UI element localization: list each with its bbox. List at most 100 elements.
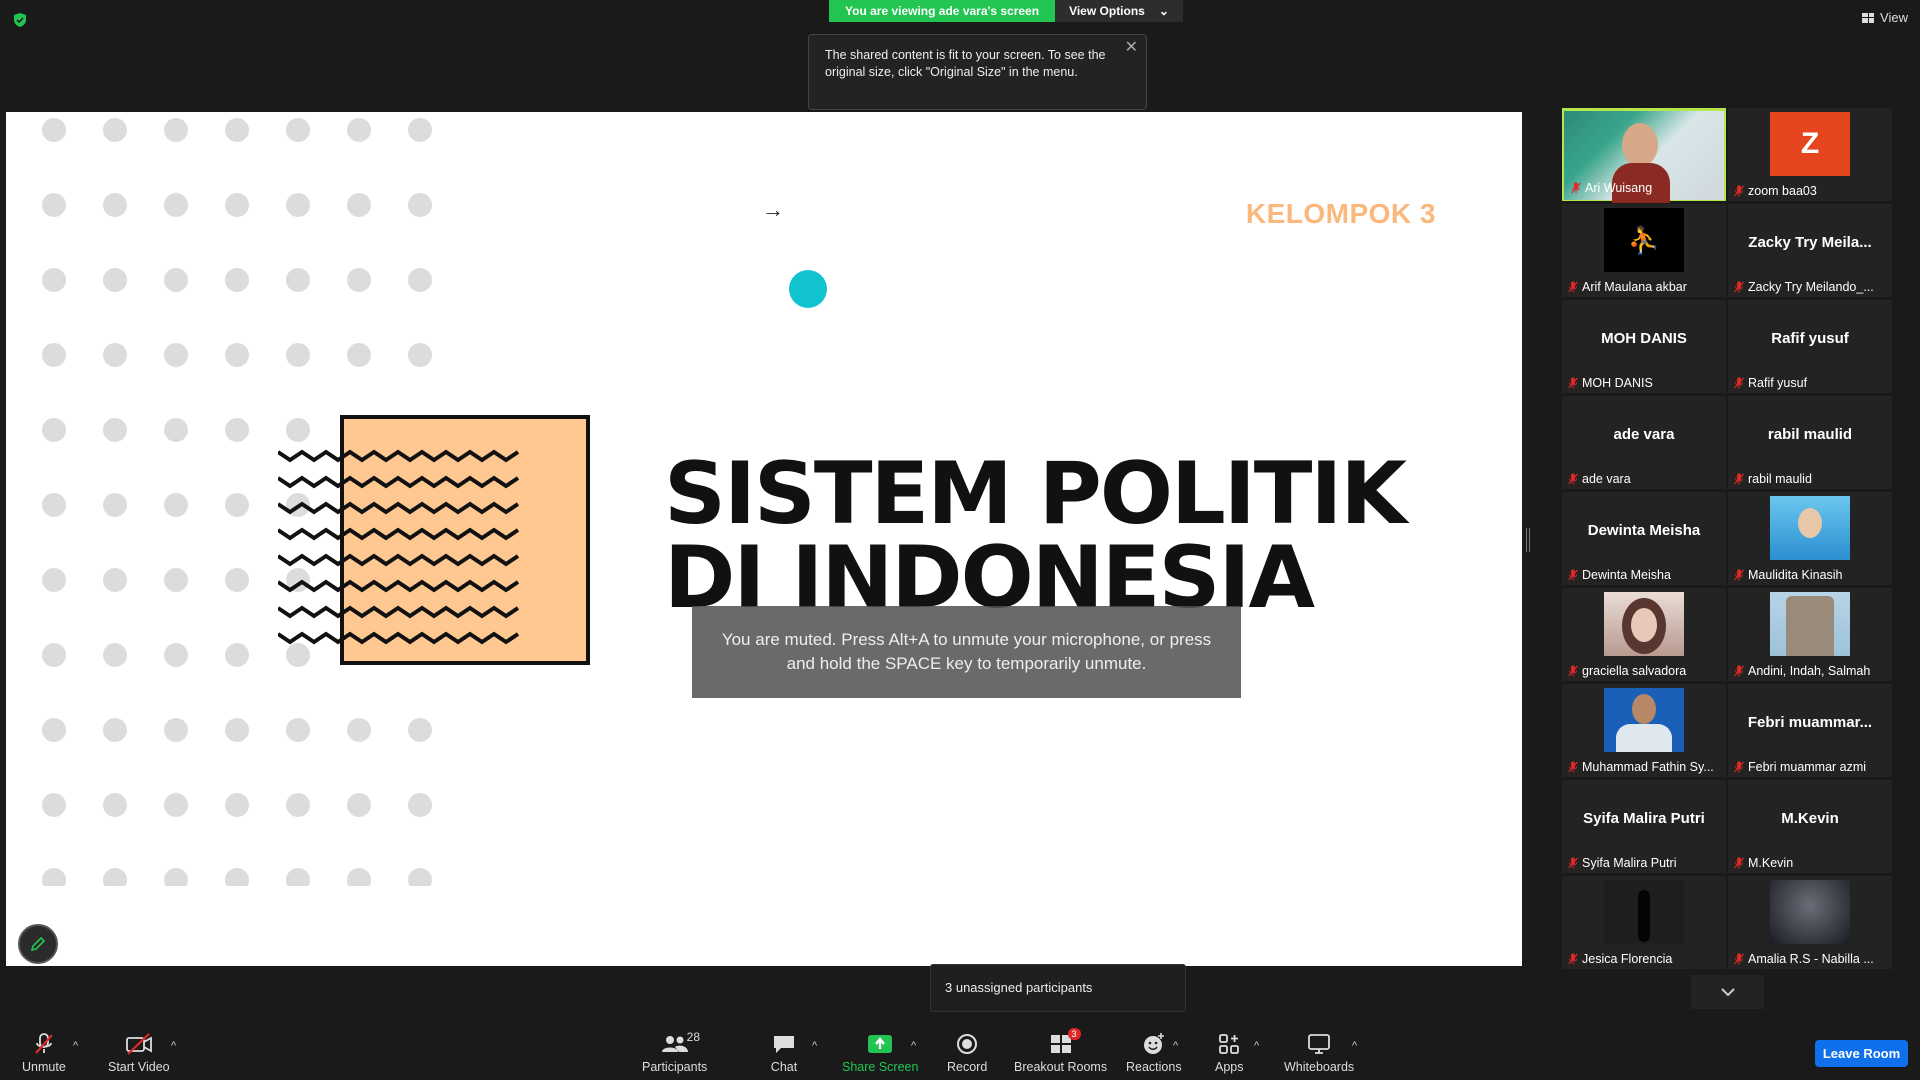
participant-tile[interactable]: M.Kevin M.Kevin bbox=[1728, 780, 1892, 873]
pattern-dot bbox=[225, 718, 249, 742]
share-options-caret-icon[interactable]: ^ bbox=[911, 1040, 916, 1052]
chat-button[interactable]: Chat bbox=[770, 1032, 798, 1074]
start-video-button[interactable]: Start Video bbox=[108, 1032, 170, 1074]
pattern-dot bbox=[164, 868, 188, 886]
participant-name: Rafif yusuf bbox=[1748, 376, 1808, 390]
security-shield-icon[interactable] bbox=[12, 12, 28, 28]
slide-title-line1: SISTEM POLITIK bbox=[664, 444, 1407, 544]
participant-name-label: Ari Wuisang bbox=[1571, 181, 1721, 195]
participant-tile[interactable]: MOH DANIS MOH DANIS bbox=[1562, 300, 1726, 393]
participant-tile[interactable]: ⛹ Arif Maulana akbar bbox=[1562, 204, 1726, 297]
muted-mic-icon bbox=[1734, 569, 1744, 581]
reactions-caret-icon[interactable]: ^ bbox=[1173, 1040, 1178, 1052]
whiteboards-caret-icon[interactable]: ^ bbox=[1352, 1040, 1357, 1052]
pattern-dot bbox=[164, 718, 188, 742]
participant-tile[interactable]: Dewinta Meisha Dewinta Meisha bbox=[1562, 492, 1726, 585]
participant-name-label: rabil maulid bbox=[1734, 472, 1890, 486]
share-screen-button[interactable]: Share Screen bbox=[842, 1032, 918, 1074]
scroll-down-button[interactable] bbox=[1691, 975, 1764, 1009]
muted-mic-icon bbox=[1734, 665, 1744, 677]
participant-tile[interactable]: Maulidita Kinasih bbox=[1728, 492, 1892, 585]
participant-display-name: Febri muammar... bbox=[1747, 714, 1873, 731]
reactions-label: Reactions bbox=[1126, 1060, 1182, 1074]
participant-tile[interactable]: Jesica Florencia bbox=[1562, 876, 1726, 969]
zoom-meeting-window: View You are viewing ade vara's screen V… bbox=[0, 0, 1920, 1080]
participant-name: Dewinta Meisha bbox=[1582, 568, 1671, 582]
pattern-dot bbox=[42, 268, 66, 292]
unassigned-participants-popup[interactable]: 3 unassigned participants bbox=[930, 964, 1186, 1012]
panel-resize-handle[interactable] bbox=[1526, 528, 1530, 552]
video-options-caret-icon[interactable]: ^ bbox=[171, 1040, 176, 1052]
breakout-badge: 3 bbox=[1067, 1028, 1081, 1040]
muted-mic-icon bbox=[1734, 857, 1744, 869]
participant-tile[interactable]: rabil maulid rabil maulid bbox=[1728, 396, 1892, 489]
participant-tile[interactable]: Zacky Try Meila... Zacky Try Meilando_... bbox=[1728, 204, 1892, 297]
participant-name-label: Andini, Indah, Salmah bbox=[1734, 664, 1890, 678]
participant-tile[interactable]: Andini, Indah, Salmah bbox=[1728, 588, 1892, 681]
pattern-dot bbox=[164, 793, 188, 817]
leave-room-button[interactable]: Leave Room bbox=[1815, 1040, 1908, 1067]
reactions-button[interactable]: Reactions bbox=[1126, 1032, 1182, 1074]
view-options-label: View Options bbox=[1069, 4, 1145, 18]
participant-name: Syifa Malira Putri bbox=[1582, 856, 1677, 870]
participant-photo bbox=[1770, 592, 1850, 656]
pattern-dot bbox=[164, 193, 188, 217]
zigzag-line bbox=[278, 553, 520, 567]
participant-tile[interactable]: Amalia R.S - Nabilla ... bbox=[1728, 876, 1892, 969]
apps-button[interactable]: Apps bbox=[1215, 1032, 1244, 1074]
participant-name: Arif Maulana akbar bbox=[1582, 280, 1687, 294]
muted-mic-icon bbox=[1734, 473, 1744, 485]
pattern-dot bbox=[225, 418, 249, 442]
pattern-dot bbox=[347, 718, 371, 742]
record-button[interactable]: Record bbox=[947, 1032, 987, 1074]
pattern-dot bbox=[42, 493, 66, 517]
pattern-dot bbox=[103, 118, 127, 142]
participant-display-name: MOH DANIS bbox=[1601, 330, 1687, 347]
view-menu-button[interactable]: View bbox=[1862, 10, 1908, 25]
unmute-button[interactable]: Unmute bbox=[22, 1032, 66, 1074]
annotate-pencil-button[interactable] bbox=[18, 924, 58, 964]
pattern-dot bbox=[164, 493, 188, 517]
participant-tile[interactable]: graciella salvadora bbox=[1562, 588, 1726, 681]
participant-tile[interactable]: Syifa Malira Putri Syifa Malira Putri bbox=[1562, 780, 1726, 873]
view-options-button[interactable]: View Options ⌄ bbox=[1055, 0, 1183, 22]
participant-tile[interactable]: Rafif yusuf Rafif yusuf bbox=[1728, 300, 1892, 393]
participant-tile[interactable]: Ari Wuisang bbox=[1562, 108, 1726, 203]
pattern-dot bbox=[42, 793, 66, 817]
participant-name-label: Febri muammar azmi bbox=[1734, 760, 1890, 774]
participant-tile[interactable]: ade vara ade vara bbox=[1562, 396, 1726, 489]
pattern-dot bbox=[164, 568, 188, 592]
participant-name-label: Maulidita Kinasih bbox=[1734, 568, 1890, 582]
pattern-dot bbox=[103, 193, 127, 217]
pattern-dot bbox=[103, 493, 127, 517]
apps-caret-icon[interactable]: ^ bbox=[1254, 1040, 1259, 1052]
whiteboard-icon bbox=[1305, 1032, 1333, 1056]
emoji-smile-icon bbox=[1140, 1032, 1168, 1056]
participant-display-name: Syifa Malira Putri bbox=[1583, 810, 1705, 827]
participant-name: Febri muammar azmi bbox=[1748, 760, 1867, 774]
chat-options-caret-icon[interactable]: ^ bbox=[812, 1040, 817, 1052]
audio-options-caret-icon[interactable]: ^ bbox=[73, 1040, 78, 1052]
fit-screen-tooltip: The shared content is fit to your screen… bbox=[808, 34, 1147, 110]
share-status-bar: You are viewing ade vara's screen View O… bbox=[829, 0, 1183, 22]
participant-name-label: MOH DANIS bbox=[1568, 376, 1724, 390]
participants-button[interactable]: 28 Participants bbox=[642, 1030, 707, 1074]
participant-tile[interactable]: Febri muammar... Febri muammar azmi bbox=[1728, 684, 1892, 777]
participant-name-label: Dewinta Meisha bbox=[1568, 568, 1724, 582]
whiteboards-button[interactable]: Whiteboards bbox=[1284, 1032, 1354, 1074]
participant-name-label: Syifa Malira Putri bbox=[1568, 856, 1724, 870]
close-icon[interactable]: ✕ bbox=[1125, 39, 1138, 56]
participant-display-name: M.Kevin bbox=[1781, 810, 1839, 827]
pattern-dot bbox=[347, 793, 371, 817]
breakout-rooms-button[interactable]: 3 Breakout Rooms bbox=[1014, 1028, 1107, 1074]
pattern-dot bbox=[286, 268, 310, 292]
pattern-dot bbox=[408, 193, 432, 217]
record-icon bbox=[953, 1032, 981, 1056]
participant-tile[interactable]: Zzoom baa03 bbox=[1728, 108, 1892, 201]
participant-tile[interactable]: Muhammad Fathin Sy... bbox=[1562, 684, 1726, 777]
participant-name: Zacky Try Meilando_... bbox=[1748, 280, 1874, 294]
pattern-dot bbox=[286, 118, 310, 142]
pattern-dot bbox=[408, 268, 432, 292]
pattern-dot bbox=[103, 418, 127, 442]
participant-display-name: Rafif yusuf bbox=[1771, 330, 1849, 347]
